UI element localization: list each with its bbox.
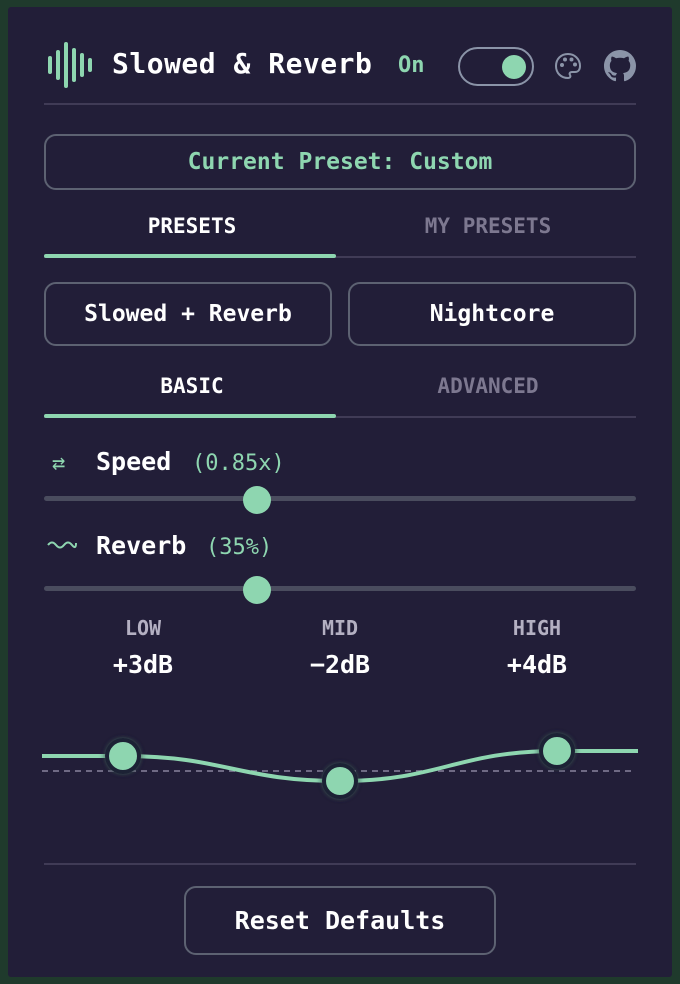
reverb-slider-thumb[interactable] [243, 576, 272, 604]
enable-toggle[interactable] [458, 47, 534, 86]
swap-icon: ⇄ [52, 451, 66, 476]
tab-presets[interactable]: PRESETS [44, 214, 340, 238]
preset-button-label: Slowed + Reverb [84, 301, 292, 327]
eq-band-high: HIGH +4dB [457, 616, 617, 679]
eq-band-low: LOW +3dB [63, 616, 223, 679]
header-divider [44, 103, 636, 105]
toggle-status-label: On [398, 53, 425, 78]
preset-nightcore-button[interactable]: Nightcore [348, 282, 636, 346]
speed-label: Speed [96, 447, 172, 476]
tab-basic[interactable]: BASIC [44, 374, 340, 398]
current-preset-label: Current Preset: Custom [187, 149, 493, 175]
reset-defaults-label: Reset Defaults [234, 906, 446, 935]
reverb-slider-track[interactable] [44, 586, 636, 591]
eq-band-value: +4dB [506, 650, 568, 679]
reverb-label: Reverb [96, 531, 187, 560]
app-title: Slowed & Reverb [112, 47, 373, 80]
eq-handle-high[interactable] [539, 733, 575, 769]
eq-band-value: −2dB [309, 650, 371, 679]
waveform-logo-icon [48, 42, 92, 88]
speed-value: (0.85x) [192, 451, 285, 476]
preset-slowed-reverb-button[interactable]: Slowed + Reverb [44, 282, 332, 346]
reverb-value: (35%) [206, 535, 273, 560]
palette-icon[interactable] [553, 51, 583, 81]
github-icon[interactable] [604, 50, 636, 82]
wave-icon [47, 541, 77, 549]
eq-band-name: HIGH [512, 616, 562, 640]
toggle-knob [502, 55, 526, 79]
speed-slider-track[interactable] [44, 496, 636, 501]
current-preset-display: Current Preset: Custom [44, 134, 636, 190]
reset-defaults-button[interactable]: Reset Defaults [184, 886, 496, 955]
preset-button-label: Nightcore [429, 301, 555, 327]
eq-handle-low[interactable] [105, 738, 141, 774]
eq-band-mid: MID −2dB [260, 616, 420, 679]
preset-tabs-active-indicator [44, 254, 336, 258]
extension-panel: Slowed & Reverb On Current Preset: Custo… [8, 7, 672, 977]
speed-slider-thumb[interactable] [243, 486, 272, 514]
tab-advanced[interactable]: ADVANCED [340, 374, 636, 398]
tab-my-presets[interactable]: MY PRESETS [340, 214, 636, 238]
eq-band-name: LOW [124, 616, 162, 640]
mode-tabs-active-indicator [44, 414, 336, 418]
eq-handle-mid[interactable] [322, 763, 358, 799]
eq-curve-graph[interactable] [8, 697, 672, 827]
eq-band-name: MID [321, 616, 359, 640]
eq-band-value: +3dB [112, 650, 174, 679]
footer-divider [44, 863, 636, 865]
